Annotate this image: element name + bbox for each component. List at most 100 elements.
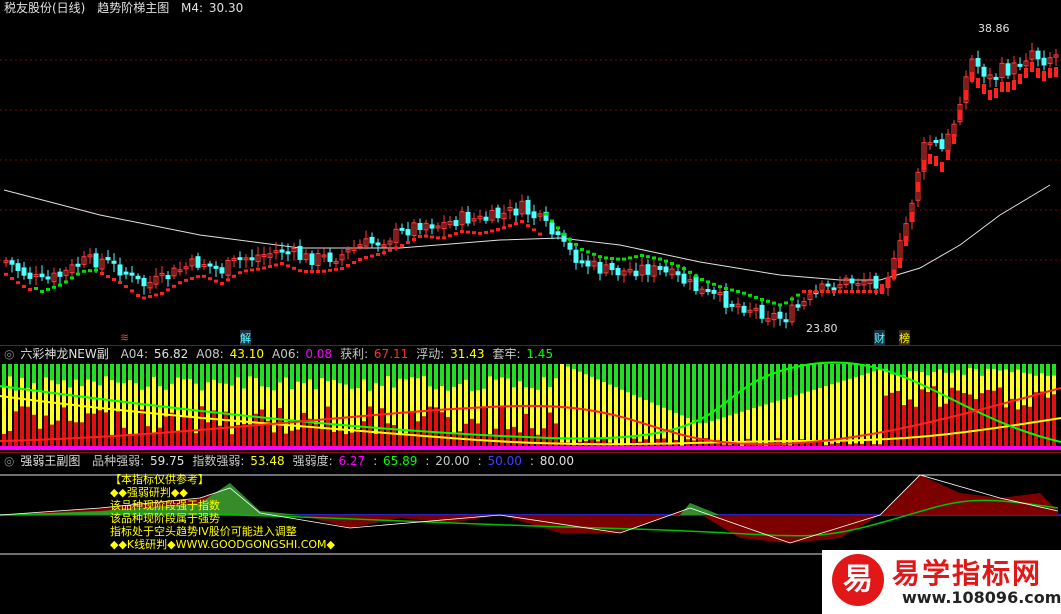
trend-step <box>658 257 662 261</box>
candle-body <box>711 289 717 294</box>
candle-body <box>105 257 111 261</box>
trend-step <box>244 269 248 273</box>
trend-step <box>820 290 824 293</box>
trend-step <box>352 261 356 264</box>
trend-step <box>640 254 644 257</box>
trend-step <box>754 295 758 299</box>
trend-step <box>508 224 512 228</box>
event-marker-cai[interactable]: 财 <box>874 330 885 345</box>
trend-step <box>634 255 638 259</box>
candle-body <box>849 278 855 284</box>
candle-body <box>975 57 981 67</box>
chip-bar-red <box>422 416 426 450</box>
chip-bar-red <box>32 414 36 450</box>
candle-body <box>375 242 381 246</box>
chip-bar-red <box>92 413 96 450</box>
event-marker-bang[interactable]: 榜 <box>899 330 910 345</box>
candle-body <box>1041 57 1047 66</box>
trend-step <box>946 150 950 160</box>
chip-bar-red <box>20 406 24 450</box>
trend-step <box>778 303 782 307</box>
chip-bar-red <box>362 421 366 450</box>
candle-body <box>207 263 213 267</box>
trend-step <box>334 267 338 271</box>
candle-body <box>279 249 285 253</box>
chip-bar-red <box>926 391 930 450</box>
candle-body <box>219 267 225 274</box>
chip-bar-yellow <box>680 415 684 450</box>
trend-step <box>178 281 182 285</box>
info-line: ◆◆K线研判◆WWW.GOODGONGSHI.COM◆ <box>110 538 335 551</box>
trend-step <box>10 277 14 280</box>
trend-step <box>850 290 854 293</box>
candle-body <box>123 271 129 275</box>
candle-body <box>237 257 243 261</box>
candle-body <box>513 208 519 216</box>
trend-step <box>790 297 794 301</box>
candle-body <box>675 271 681 276</box>
trend-step <box>718 285 722 289</box>
candle-body <box>21 267 27 276</box>
candle-body <box>723 290 729 308</box>
trend-step <box>760 298 764 301</box>
trend-step <box>274 263 278 267</box>
trend-step <box>586 250 590 254</box>
trend-step <box>766 299 770 303</box>
event-marker-1[interactable]: ≋ <box>120 331 129 344</box>
trend-step <box>826 290 830 293</box>
trend-step <box>76 272 80 276</box>
chip-bar-red <box>224 411 228 450</box>
candle-body <box>597 261 603 274</box>
trend-step <box>832 290 836 293</box>
trend-step <box>370 254 374 258</box>
trend-step <box>562 232 566 236</box>
trend-step <box>712 282 716 286</box>
candle-body <box>981 66 987 77</box>
trend-step <box>94 268 98 272</box>
candle-body <box>573 249 579 263</box>
candle-body <box>165 275 171 280</box>
chip-bar-red <box>182 416 186 450</box>
trend-step <box>4 272 8 276</box>
trend-step <box>238 271 242 275</box>
candle-body <box>495 207 501 219</box>
trend-step <box>964 90 968 100</box>
trend-step <box>682 267 686 271</box>
chip-bar-yellow <box>626 392 630 450</box>
low-price-label: 23.80 <box>806 322 838 335</box>
trend-step <box>646 255 650 259</box>
candle-body <box>111 260 117 264</box>
chip-bar-red <box>206 422 210 450</box>
info-line: 该品种现阶段属于强势 <box>110 512 220 525</box>
trend-step <box>616 257 620 261</box>
candle-body <box>579 260 585 264</box>
main-chart-panel[interactable]: 税友股份(日线) 趋势阶梯主图 M4: 30.30 38.86 23.80 ≋ … <box>0 0 1061 345</box>
trend-step <box>784 301 788 305</box>
trend-step <box>1000 82 1004 92</box>
candle-body <box>399 227 405 231</box>
candle-body <box>729 303 735 307</box>
chip-bar-red <box>188 415 192 450</box>
candle-body <box>327 252 333 262</box>
event-marker-jie[interactable]: 解 <box>240 330 251 345</box>
candle-body <box>93 253 99 268</box>
chip-bar-yellow <box>596 379 600 450</box>
sub-chart-liucai[interactable]: ◎ 六彩神龙NEW副 A04: 56.82 A08: 43.10 A06: 0.08… <box>0 346 1061 452</box>
trend-step <box>292 266 296 270</box>
chip-bar-yellow <box>764 404 768 450</box>
candle-body <box>705 289 711 293</box>
candle-body <box>657 266 663 270</box>
logo-title: 易学指标网 <box>892 557 1043 590</box>
trend-step <box>574 242 578 246</box>
trend-step <box>148 295 152 298</box>
trend-step <box>250 268 254 272</box>
trend-step <box>988 90 992 100</box>
trend-step <box>202 274 206 278</box>
chip-bar-red <box>86 413 90 450</box>
trend-step <box>1054 67 1058 77</box>
trend-step <box>1018 74 1022 84</box>
trend-step <box>418 235 422 238</box>
candle-body <box>417 223 423 230</box>
trend-step <box>724 287 728 290</box>
chip-bar-red <box>44 415 48 450</box>
